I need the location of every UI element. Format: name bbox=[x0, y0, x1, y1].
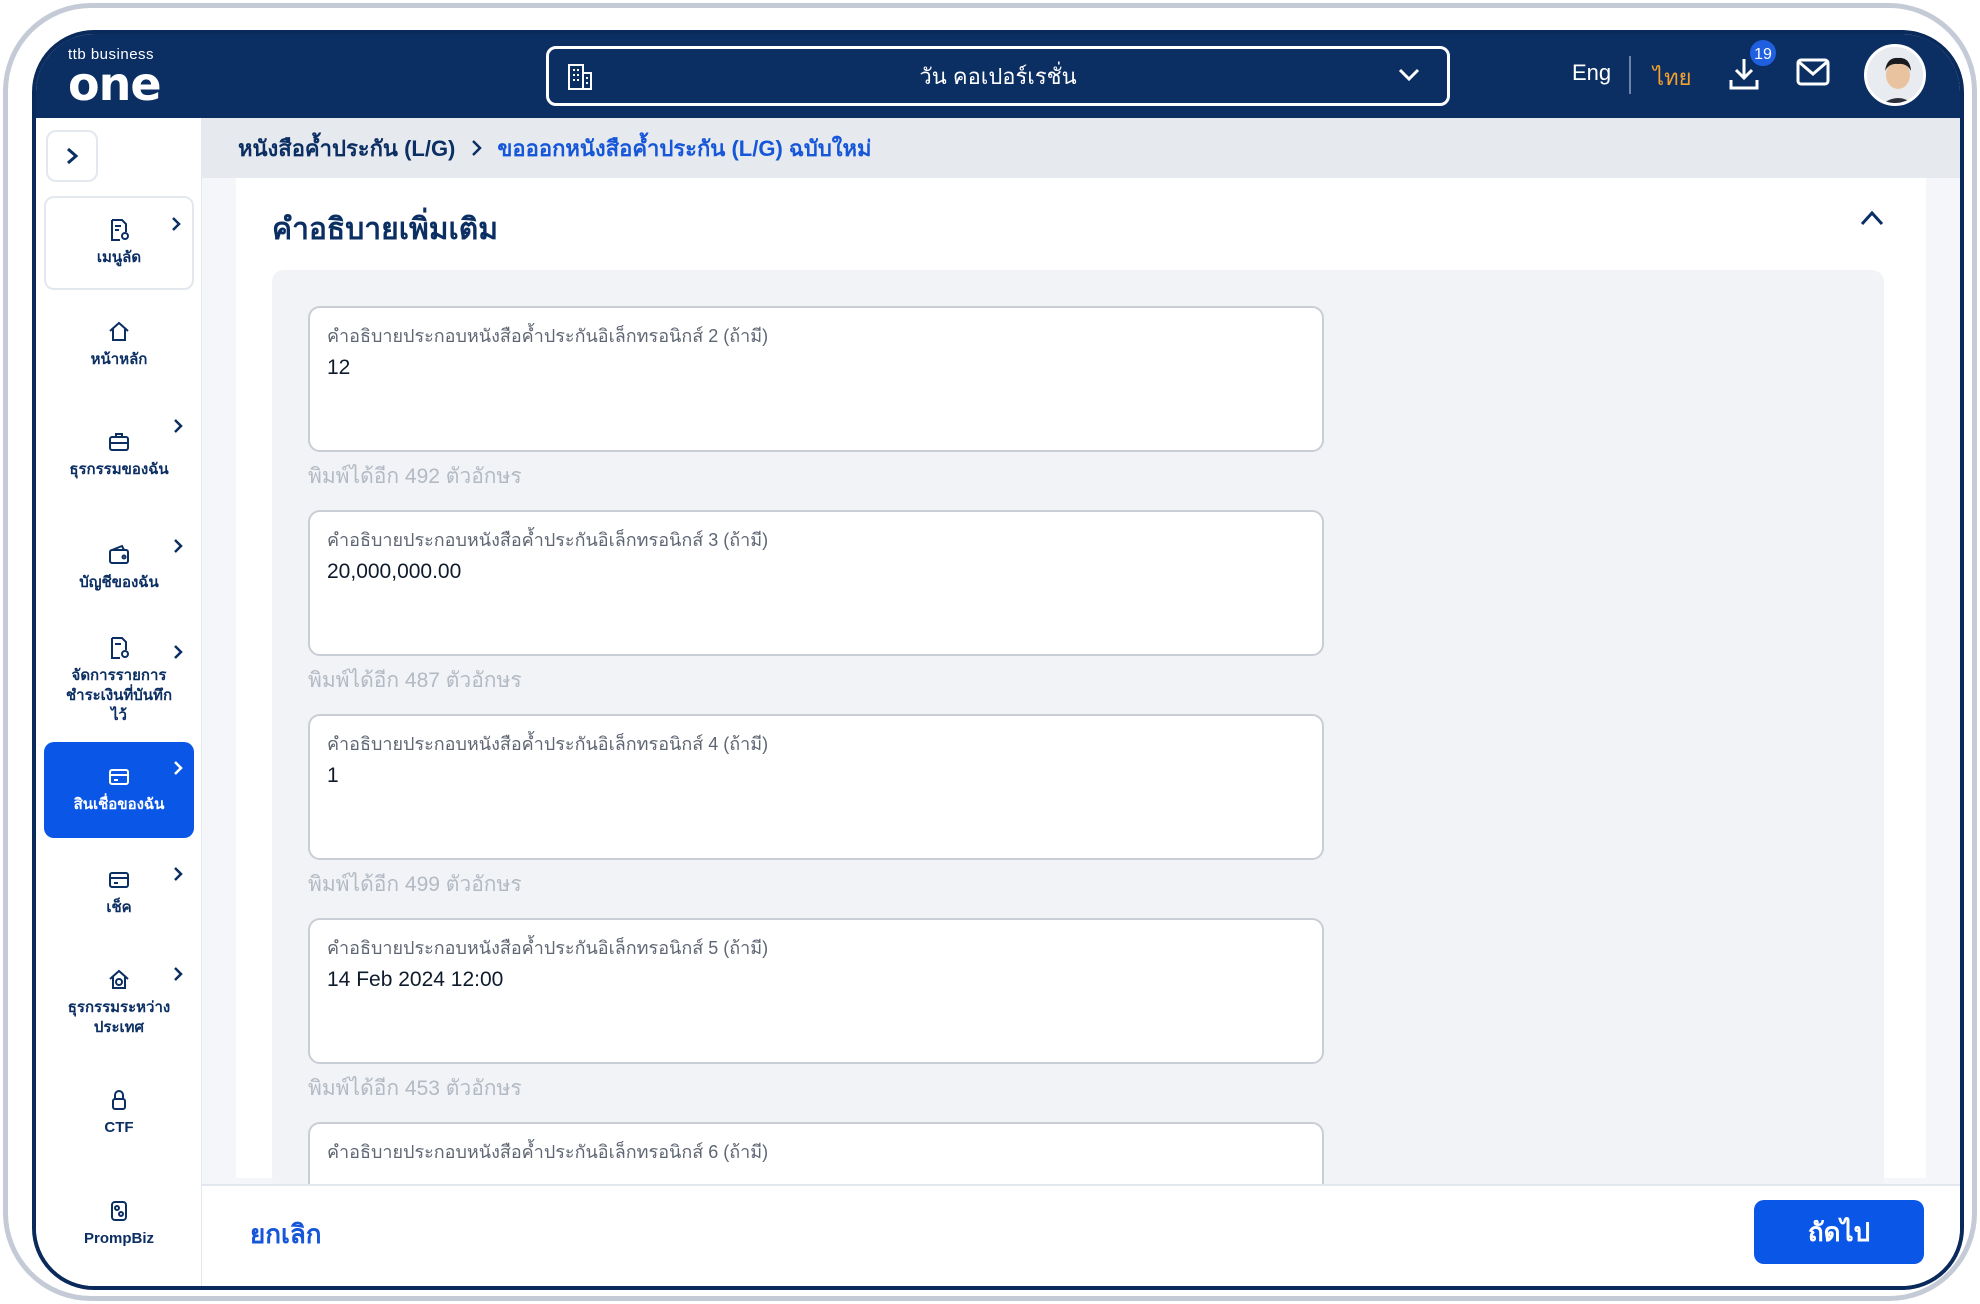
briefcase-icon bbox=[109, 433, 129, 451]
sidebar-item-saved-payments[interactable]: จัดการรายการชำระเงินที่บันทึกไว้ bbox=[44, 626, 194, 736]
lang-thai-button[interactable]: ไทย bbox=[1653, 60, 1691, 95]
company-name: วัน คอเปอร์เรชั่น bbox=[919, 63, 1077, 89]
home-icon bbox=[109, 321, 129, 341]
char-remaining-text: พิมพ์ได้อีก 499 ตัวอักษร bbox=[308, 873, 522, 896]
description-field-2[interactable]: คำอธิบายประกอบหนังสือค้ำประกันอิเล็กทรอน… bbox=[308, 306, 1324, 452]
breadcrumb: หนังสือค้ำประกัน (L/G) ขอออกหนังสือค้ำปร… bbox=[202, 118, 1960, 178]
description-field-2-group: คำอธิบายประกอบหนังสือค้ำประกันอิเล็กทรอน… bbox=[308, 306, 1324, 493]
chevron-down-icon bbox=[1398, 68, 1420, 82]
additional-description-section: คำอธิบายประกอบหนังสือค้ำประกันอิเล็กทรอน… bbox=[272, 270, 1884, 1268]
next-button[interactable]: ถัดไป bbox=[1754, 1200, 1924, 1264]
lang-divider bbox=[1629, 56, 1631, 94]
sidebar-item-prompbiz[interactable]: PrompBiz bbox=[44, 1174, 194, 1274]
description-field-4[interactable]: คำอธิบายประกอบหนังสือค้ำประกันอิเล็กทรอน… bbox=[308, 714, 1324, 860]
field-label: คำอธิบายประกอบหนังสือค้ำประกันอิเล็กทรอน… bbox=[327, 938, 769, 958]
chevron-right-icon bbox=[174, 967, 183, 981]
company-selector[interactable]: วัน คอเปอร์เรชั่น bbox=[546, 46, 1450, 106]
chevron-up-icon[interactable] bbox=[1858, 208, 1886, 228]
sidebar-item-label: CTF bbox=[104, 1119, 134, 1136]
sidebar: เมนูลัด หน้าหลัก ธุรกรรมของฉัน บัญชีของฉ… bbox=[36, 118, 202, 1286]
prompbiz-icon bbox=[111, 1201, 127, 1221]
sidebar-item-ctf[interactable]: CTF bbox=[44, 1068, 194, 1158]
top-header: ttb business one วัน คอเปอร์เรชั่น Eng ไ… bbox=[36, 34, 1960, 118]
sidebar-item-label: เมนูลัด bbox=[96, 249, 142, 266]
sidebar-item-label: เช็ค bbox=[106, 899, 132, 916]
international-icon bbox=[109, 969, 129, 989]
download-count-badge: 19 bbox=[1748, 38, 1778, 68]
section-title: คำอธิบายเพิ่มเติม bbox=[272, 213, 499, 246]
sidebar-item-cheque[interactable]: เช็ค bbox=[44, 848, 194, 938]
avatar-image bbox=[1867, 47, 1923, 103]
chevron-right-icon bbox=[174, 539, 183, 553]
field-label: คำอธิบายประกอบหนังสือค้ำประกันอิเล็กทรอน… bbox=[327, 1142, 769, 1162]
main-content: คำอธิบายเพิ่มเติม คำอธิบายประกอบหนังสือค… bbox=[236, 178, 1926, 1268]
chevron-right-icon bbox=[174, 761, 183, 775]
building-icon bbox=[568, 64, 592, 90]
field-label: คำอธิบายประกอบหนังสือค้ำประกันอิเล็กทรอน… bbox=[327, 734, 769, 754]
chevron-right-icon bbox=[472, 140, 483, 156]
sidebar-item-my-transactions[interactable]: ธุรกรรมของฉัน bbox=[44, 400, 194, 510]
sidebar-item-label: ธุรกรรมของฉัน bbox=[69, 461, 169, 478]
field-value: 20,000,000.00 bbox=[327, 560, 462, 583]
char-remaining-text: พิมพ์ได้อีก 453 ตัวอักษร bbox=[308, 1077, 522, 1100]
sidebar-item-home[interactable]: หน้าหลัก bbox=[44, 300, 194, 390]
field-label: คำอธิบายประกอบหนังสือค้ำประกันอิเล็กทรอน… bbox=[327, 326, 769, 346]
chevron-right-icon bbox=[172, 217, 181, 231]
logo-main-text: one bbox=[68, 57, 162, 111]
description-field-3[interactable]: คำอธิบายประกอบหนังสือค้ำประกันอิเล็กทรอน… bbox=[308, 510, 1324, 656]
description-field-5[interactable]: คำอธิบายประกอบหนังสือค้ำประกันอิเล็กทรอน… bbox=[308, 918, 1324, 1064]
lang-eng-button[interactable]: Eng bbox=[1572, 60, 1611, 86]
loan-icon bbox=[109, 769, 129, 785]
field-value: 1 bbox=[327, 764, 339, 787]
brand-logo[interactable]: ttb business one bbox=[68, 46, 178, 111]
wallet-icon bbox=[109, 544, 129, 564]
sidebar-item-label: สินเชื่อของฉัน bbox=[73, 796, 165, 813]
sidebar-item-shortcut-menu[interactable]: เมนูลัด bbox=[44, 196, 194, 290]
description-field-3-group: คำอธิบายประกอบหนังสือค้ำประกันอิเล็กทรอน… bbox=[308, 510, 1324, 697]
field-value: 14 Feb 2024 12:00 bbox=[327, 968, 504, 991]
chevron-right-icon bbox=[174, 419, 183, 433]
breadcrumb-current: ขอออกหนังสือค้ำประกัน (L/G) ฉบับใหม่ bbox=[497, 135, 872, 161]
mail-icon[interactable] bbox=[1796, 58, 1830, 86]
action-bar: ยกเลิก ถัดไป bbox=[202, 1184, 1960, 1286]
description-field-5-group: คำอธิบายประกอบหนังสือค้ำประกันอิเล็กทรอน… bbox=[308, 918, 1324, 1105]
sidebar-item-my-accounts[interactable]: บัญชีของฉัน bbox=[44, 520, 194, 616]
chevron-right-icon bbox=[174, 867, 183, 881]
sidebar-item-label: PrompBiz bbox=[83, 1230, 154, 1247]
device-frame: ttb business one วัน คอเปอร์เรชั่น Eng ไ… bbox=[3, 3, 1977, 1301]
sidebar-item-international[interactable]: ธุรกรรมระหว่างประเทศ bbox=[44, 948, 194, 1058]
cheque-icon bbox=[109, 872, 129, 888]
char-remaining-text: พิมพ์ได้อีก 487 ตัวอักษร bbox=[308, 669, 522, 692]
sidebar-item-label: ธุรกรรมระหว่างประเทศ bbox=[67, 999, 171, 1036]
lock-icon bbox=[112, 1090, 126, 1110]
breadcrumb-parent-link[interactable]: หนังสือค้ำประกัน (L/G) bbox=[238, 131, 455, 166]
app-window: ttb business one วัน คอเปอร์เรชั่น Eng ไ… bbox=[32, 30, 1964, 1290]
field-label: คำอธิบายประกอบหนังสือค้ำประกันอิเล็กทรอน… bbox=[327, 530, 769, 550]
sidebar-toggle-button[interactable] bbox=[46, 130, 98, 182]
chevron-right-icon bbox=[174, 645, 183, 659]
sidebar-item-my-loans[interactable]: สินเชื่อของฉัน bbox=[44, 742, 194, 838]
sidebar-item-label: หน้าหลัก bbox=[90, 351, 148, 368]
cancel-button[interactable]: ยกเลิก bbox=[250, 1214, 322, 1255]
sidebar-item-label: จัดการรายการชำระเงินที่บันทึกไว้ bbox=[65, 667, 173, 724]
user-avatar[interactable] bbox=[1864, 44, 1926, 106]
description-field-4-group: คำอธิบายประกอบหนังสือค้ำประกันอิเล็กทรอน… bbox=[308, 714, 1324, 901]
char-remaining-text: พิมพ์ได้อีก 492 ตัวอักษร bbox=[308, 465, 522, 488]
field-value: 12 bbox=[327, 356, 351, 379]
sidebar-item-label: บัญชีของฉัน bbox=[79, 574, 159, 591]
document-edit-icon bbox=[111, 219, 129, 241]
document-gear-icon bbox=[111, 637, 129, 659]
chevron-right-icon bbox=[67, 147, 79, 165]
